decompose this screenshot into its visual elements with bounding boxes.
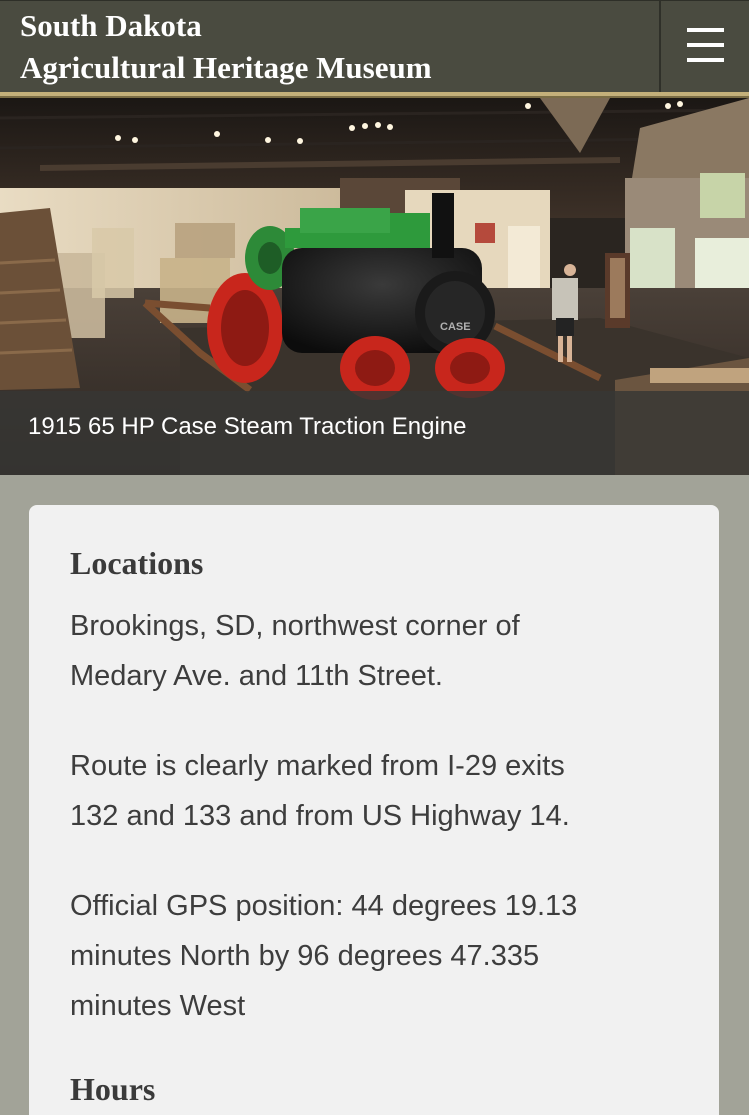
content-card: Locations Brookings, SD, northwest corne… <box>29 505 719 1115</box>
route-line: Route is clearly marked from I-29 exits <box>70 750 565 782</box>
site-title[interactable]: South Dakota Agricultural Heritage Museu… <box>20 5 432 89</box>
gps-line: Official GPS position: 44 degrees 19.13 <box>70 890 578 922</box>
locations-route: Route is clearly marked from I-29 exits … <box>70 741 670 841</box>
locations-heading: Locations <box>70 545 204 581</box>
site-title-line-1: South Dakota <box>20 8 202 43</box>
menu-button[interactable] <box>661 1 749 93</box>
site-header: South Dakota Agricultural Heritage Museu… <box>0 0 749 93</box>
locations-gps: Official GPS position: 44 degrees 19.13 … <box>70 881 670 1031</box>
hero-caption: 1915 65 HP Case Steam Traction Engine <box>28 413 467 440</box>
gps-line: minutes North by 96 degrees 47.335 <box>70 940 540 972</box>
page: South Dakota Agricultural Heritage Museu… <box>0 0 749 1115</box>
hero-caption-band: 1915 65 HP Case Steam Traction Engine <box>0 391 749 475</box>
address-line: Brookings, SD, northwest corner of <box>70 610 520 642</box>
hero-banner: CASE 1915 65 HP Case Steam Traction Engi… <box>0 98 749 475</box>
route-line: 132 and 133 and from US Highway 14. <box>70 800 570 832</box>
site-title-line-2: Agricultural Heritage Museum <box>20 50 432 85</box>
hours-heading: Hours <box>70 1071 156 1107</box>
address-line: Medary Ave. and 11th Street. <box>70 660 443 692</box>
svg-text:CASE: CASE <box>440 321 471 333</box>
gps-line: minutes West <box>70 990 246 1022</box>
locations-address: Brookings, SD, northwest corner of Medar… <box>70 601 670 701</box>
